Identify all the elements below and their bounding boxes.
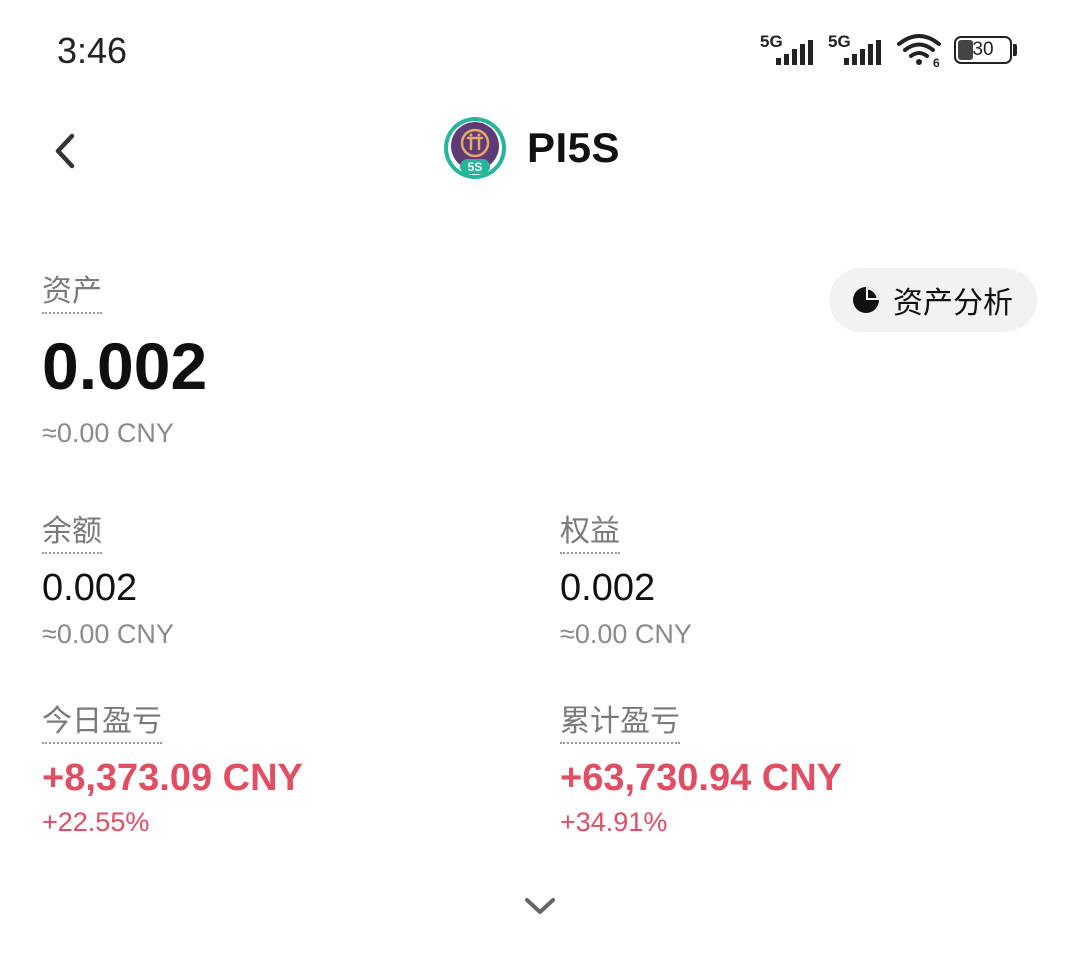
chevron-left-icon [55,133,75,169]
battery-percent: 30 [972,39,994,60]
balance-approx-value: ≈0.00 CNY [42,619,174,649]
status-icons: 5G 5G 6 30 [760,30,1018,70]
asset-analysis-button[interactable]: 资产分析 [829,268,1037,332]
equity-label[interactable]: 权益 [560,514,620,554]
balance-value: 0.002 [42,567,138,609]
today-pnl-value: +8,373.09 CNY [42,757,303,799]
header-title-group: 5S PI5S [443,116,620,180]
today-pnl-section: 今日盈亏 +8,373.09 CNY +22.55% [42,704,303,838]
equity-approx-value: ≈0.00 CNY [560,619,692,649]
assets-approx-value: ≈0.00 CNY [42,418,174,448]
assets-value: 0.002 [42,329,208,403]
equity-section: 权益 0.002 ≈0.00 CNY [560,514,692,650]
coin-logo: 5S [443,116,507,180]
total-pnl-label[interactable]: 累计盈亏 [560,704,680,744]
today-pnl-percent: +22.55% [42,807,150,837]
coin-logo-badge: 5S [468,160,483,174]
cellular-signal-icon: 5G [760,32,816,68]
back-button[interactable] [42,128,88,174]
wifi-icon: 6 [896,32,942,70]
cellular-signal-icon: 5G [828,32,884,68]
battery-icon: 30 [954,36,1018,64]
total-pnl-percent: +34.91% [560,807,668,837]
assets-label[interactable]: 资产 [42,274,102,314]
pie-chart-icon [853,287,879,313]
wallet-asset-page: 3:46 5G 5G 6 30 5S PI5S 资产 0.002 ≈0.00 C… [0,0,1080,977]
total-pnl-section: 累计盈亏 +63,730.94 CNY +34.91% [560,704,842,838]
total-pnl-value: +63,730.94 CNY [560,757,843,799]
status-bar: 3:46 5G 5G 6 30 [0,0,1080,100]
wifi-version-label: 6 [933,56,940,68]
chevron-down-icon [525,898,555,914]
balance-section: 余额 0.002 ≈0.00 CNY [42,514,174,650]
balance-label[interactable]: 余额 [42,514,102,554]
expand-button[interactable] [518,886,562,926]
status-time: 3:46 [57,30,128,71]
equity-value: 0.002 [560,567,656,609]
page-title: PI5S [527,124,621,171]
asset-analysis-label: 资产分析 [893,287,1013,320]
assets-label-wrap: 资产 [42,274,102,314]
today-pnl-label[interactable]: 今日盈亏 [42,704,162,744]
